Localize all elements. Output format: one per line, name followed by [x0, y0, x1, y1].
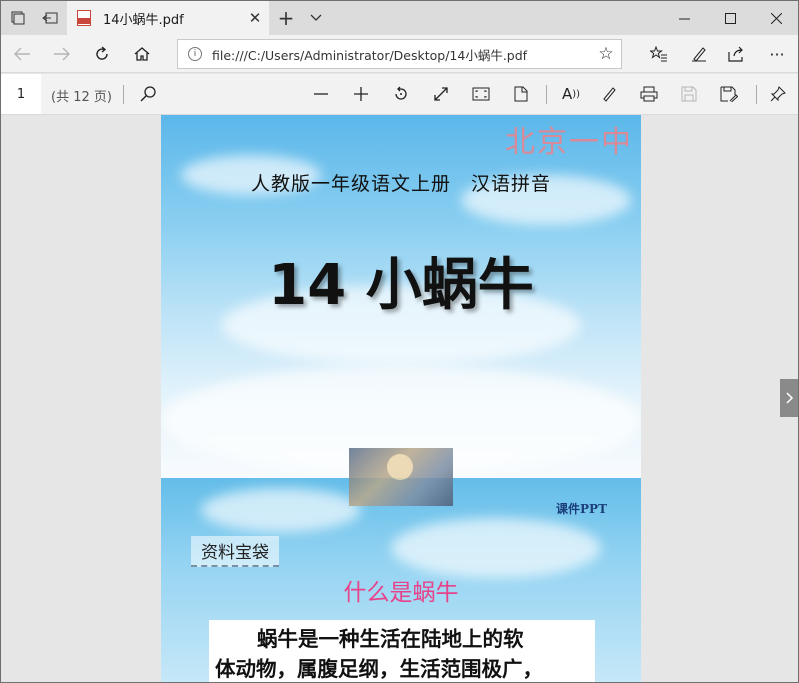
pdf-page: 北京一中 人教版一年级语文上册 汉语拼音 14 小蜗牛 课件PPT 资料宝袋 什…	[161, 115, 641, 682]
ellipsis-icon[interactable]: ···	[762, 39, 792, 69]
close-window-icon[interactable]	[753, 1, 798, 35]
logo-text: 课件PPT	[556, 502, 607, 516]
favorites-list-icon[interactable]	[644, 39, 674, 69]
rotate-icon[interactable]	[386, 79, 416, 109]
text-box: 蜗牛是一种生活在陆地上的软 体动物，属腹足纲，生活范围极广，	[209, 620, 595, 682]
page-count: (共 12 页)	[51, 90, 112, 105]
character-face	[387, 454, 413, 480]
slide-title: 北京一中 人教版一年级语文上册 汉语拼音 14 小蜗牛	[161, 115, 641, 478]
toolbar-divider	[756, 85, 757, 104]
pen-icon[interactable]	[684, 39, 714, 69]
share-icon[interactable]	[722, 39, 752, 69]
address-bar[interactable]: i file:///C:/Users/Administrator/Desktop…	[177, 39, 622, 69]
url-text: file:///C:/Users/Administrator/Desktop/1…	[212, 47, 528, 63]
read-aloud-icon[interactable]: A))	[556, 79, 586, 109]
slide-subtitle: 人教版一年级语文上册 汉语拼音	[250, 173, 551, 195]
star-icon[interactable]: ☆	[591, 44, 621, 64]
toolbar-divider	[546, 85, 547, 104]
draw-icon[interactable]	[594, 79, 624, 109]
navigation-bar: i file:///C:/Users/Administrator/Desktop…	[1, 35, 798, 73]
fullscreen-icon[interactable]	[466, 79, 496, 109]
minimize-icon[interactable]	[661, 1, 707, 35]
minus-icon[interactable]	[306, 79, 336, 109]
arrow-right-icon[interactable]	[47, 39, 77, 69]
plus-icon[interactable]	[346, 79, 376, 109]
page-number-input[interactable]: 1	[1, 74, 41, 114]
new-tab-icon[interactable]: +	[269, 1, 303, 35]
tab-title: 14小蜗牛.pdf	[103, 12, 184, 28]
slide-heading: 什么是蜗牛	[343, 580, 459, 606]
section-label: 资料宝袋	[191, 536, 279, 567]
save-icon[interactable]	[674, 79, 704, 109]
fit-page-icon[interactable]	[426, 79, 456, 109]
cloud-decoration	[201, 488, 361, 532]
pin-icon[interactable]	[763, 79, 793, 109]
info-icon[interactable]: i	[188, 47, 202, 61]
cloud-decoration	[391, 518, 601, 578]
tab-bar: 14小蜗牛.pdf ✕ +	[1, 1, 798, 35]
print-icon[interactable]	[634, 79, 664, 109]
chevron-right-icon[interactable]	[780, 379, 798, 417]
home-icon[interactable]	[127, 39, 157, 69]
chevron-down-icon[interactable]	[299, 1, 333, 35]
pdf-toolbar: 1 (共 12 页) A))	[1, 74, 798, 115]
watermark-text: 北京一中	[505, 125, 633, 160]
search-icon[interactable]	[133, 79, 163, 109]
slide-main-title: 14 小蜗牛	[268, 253, 534, 318]
tab-pdf[interactable]: 14小蜗牛.pdf ✕	[67, 1, 269, 35]
character-image	[349, 448, 453, 506]
set-aside-tabs-icon[interactable]	[33, 1, 67, 35]
pdf-viewer[interactable]: 北京一中 人教版一年级语文上册 汉语拼音 14 小蜗牛 课件PPT 资料宝袋 什…	[1, 115, 798, 682]
pdf-file-icon	[77, 10, 91, 26]
maximize-icon[interactable]	[707, 1, 753, 35]
refresh-icon[interactable]	[87, 39, 117, 69]
text-line-1: 蜗牛是一种生活在陆地上的软	[257, 627, 524, 651]
page-view-icon[interactable]	[506, 79, 536, 109]
tab-actions-icon[interactable]	[1, 1, 35, 35]
save-as-icon[interactable]	[714, 79, 744, 109]
text-line-2: 体动物，属腹足纲，生活范围极广，	[215, 657, 543, 681]
close-tab-icon[interactable]: ✕	[241, 9, 269, 27]
arrow-left-icon[interactable]	[7, 39, 37, 69]
toolbar-divider	[123, 85, 124, 104]
slide-info: 课件PPT 资料宝袋 什么是蜗牛 蜗牛是一种生活在陆地上的软 体动物，属腹足纲，…	[161, 478, 641, 682]
browser-window: 14小蜗牛.pdf ✕ + i file:///C:/Users/Adminis…	[0, 0, 799, 683]
